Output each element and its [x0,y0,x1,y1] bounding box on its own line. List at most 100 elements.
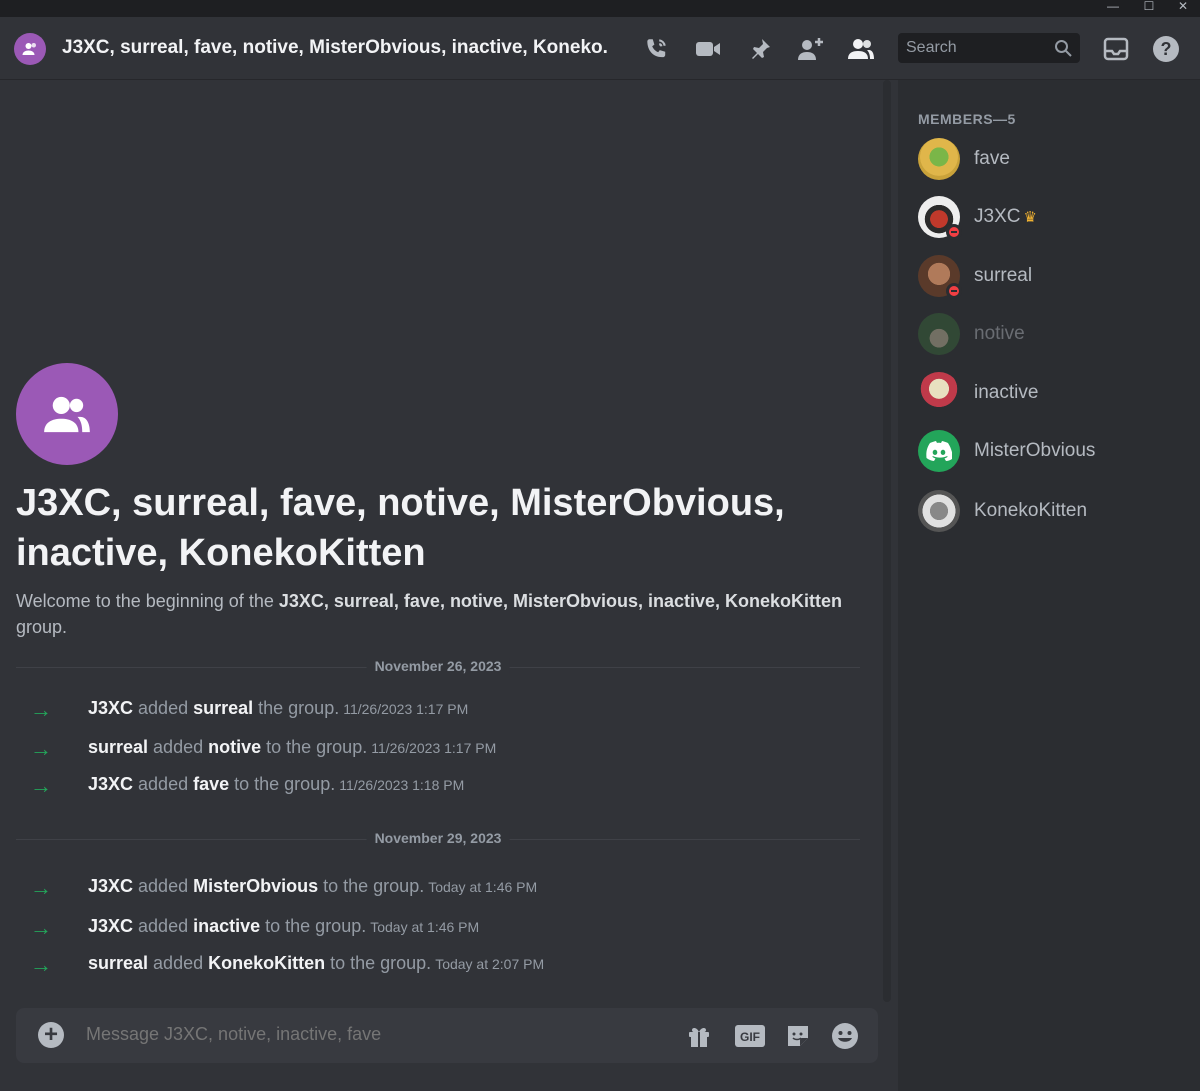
discord-logo-icon [926,441,952,461]
message-timestamp[interactable]: 11/26/2023 1:17 PM [343,701,468,717]
message-timestamp[interactable]: 11/26/2023 1:18 PM [339,777,464,793]
dnd-status-icon [946,224,962,240]
group-name-heading: J3XC, surreal, fave, notive, MisterObvio… [16,482,785,574]
system-message: → surreal added KonekoKitten to the grou… [0,952,880,978]
message-verb: added [133,916,194,936]
system-message: → J3XC added MisterObvious to the group.… [0,875,880,901]
member-item[interactable]: surreal [918,255,1188,299]
date-divider: November 26, 2023 [16,658,860,674]
search-input[interactable]: Search [898,33,1080,63]
member-name: J3XC ♛ [974,206,1037,228]
close-window-button[interactable]: ✕ [1166,0,1200,17]
message-actor[interactable]: J3XC [88,698,133,718]
member-name: surreal [974,265,1033,286]
call-icon[interactable] [640,33,672,65]
window-titlebar: — ☐ ✕ [0,0,1200,17]
members-title: MEMBERS—5 [918,111,1016,127]
avatar [918,490,960,532]
welcome-text: Welcome to the beginning of the J3XC, su… [16,588,856,640]
join-arrow-icon: → [30,773,52,798]
svg-text:?: ? [1161,39,1172,59]
channel-header: J3XC, surreal, fave, notive, MisterObvio… [0,17,1200,80]
message-target[interactable]: notive [208,737,261,757]
avatar [918,430,960,472]
group-avatar-small [14,33,46,65]
message-target[interactable]: inactive [193,916,260,936]
member-item[interactable]: MisterObvious [918,430,1188,474]
message-composer: + GIF [16,1008,878,1063]
gif-icon[interactable]: GIF [734,1020,766,1052]
message-rest: to the group. [260,916,367,936]
member-name: KonekoKitten [974,500,1088,521]
message-target[interactable]: MisterObvious [193,876,318,896]
message-verb: added [148,737,209,757]
member-name: fave [974,148,1010,169]
message-verb: added [133,774,194,794]
message-rest: to the group. [318,876,425,896]
system-message: → J3XC added fave to the group. 11/26/202… [0,773,880,799]
chat-scrollbar[interactable] [883,80,891,1002]
message-timestamp[interactable]: Today at 1:46 PM [370,919,479,935]
welcome-suffix: group. [16,617,68,637]
member-item[interactable]: fave [918,138,1188,182]
gift-icon[interactable] [683,1020,715,1052]
video-icon[interactable] [692,33,724,65]
message-timestamp[interactable]: Today at 2:07 PM [435,956,544,972]
members-sidebar: MEMBERS—5 fave J3XC ♛ surreal notive inac… [898,80,1200,1091]
welcome-names: J3XC, surreal, fave, notive, MisterObvio… [278,591,843,611]
group-icon [22,43,36,55]
message-actor[interactable]: surreal [88,737,148,757]
message-verb: added [148,953,209,973]
welcome-prefix: Welcome to the beginning of the [16,591,279,611]
member-name: notive [974,323,1025,344]
search-icon [1054,39,1072,62]
sticker-icon[interactable] [782,1020,814,1052]
gif-label: GIF [740,1030,760,1044]
system-message: → J3XC added inactive to the group. Today… [0,915,880,941]
message-verb: added [133,876,194,896]
system-message: → surreal added notive to the group. 11/2… [0,736,880,762]
message-actor[interactable]: J3XC [88,916,133,936]
member-item[interactable]: KonekoKitten [918,490,1188,534]
emoji-icon[interactable] [829,1020,861,1052]
member-item[interactable]: inactive [918,372,1188,416]
group-icon [44,396,90,433]
minimize-button[interactable]: — [1096,0,1130,17]
crown-icon: ♛ [1023,209,1037,226]
message-actor[interactable]: J3XC [88,774,133,794]
member-name-text: J3XC [974,206,1021,227]
dnd-status-icon [946,283,962,299]
member-item[interactable]: notive [918,313,1188,357]
members-icon[interactable] [845,33,877,65]
message-verb: added [133,698,194,718]
message-rest: to the group. [325,953,432,973]
avatar [918,138,960,180]
help-icon[interactable]: ? [1150,33,1182,65]
message-target[interactable]: KonekoKitten [208,953,325,973]
message-rest: the group. [253,698,340,718]
system-message: → J3XC added surreal the group. 11/26/202… [0,697,880,723]
inbox-icon[interactable] [1100,33,1132,65]
message-actor[interactable]: J3XC [88,876,133,896]
add-attachment-icon[interactable]: + [38,1022,64,1048]
message-input[interactable] [86,1024,646,1045]
member-item[interactable]: J3XC ♛ [918,196,1188,240]
date-divider-label: November 29, 2023 [366,830,510,846]
add-friend-icon[interactable] [795,33,827,65]
avatar [918,372,960,414]
join-arrow-icon: → [30,952,52,977]
search-placeholder: Search [906,39,957,56]
member-name: MisterObvious [974,440,1096,461]
message-timestamp[interactable]: Today at 1:46 PM [428,879,537,895]
join-arrow-icon: → [30,697,52,722]
message-actor[interactable]: surreal [88,953,148,973]
message-timestamp[interactable]: 11/26/2023 1:17 PM [371,740,496,756]
message-target[interactable]: fave [193,774,229,794]
message-target[interactable]: surreal [193,698,253,718]
date-divider-label: November 26, 2023 [366,658,510,674]
page-title: J3XC, surreal, fave, notive, MisterObvio… [62,37,607,58]
maximize-button[interactable]: ☐ [1132,0,1166,17]
join-arrow-icon: → [30,915,52,940]
pin-icon[interactable] [744,33,776,65]
group-avatar-large [16,363,118,465]
